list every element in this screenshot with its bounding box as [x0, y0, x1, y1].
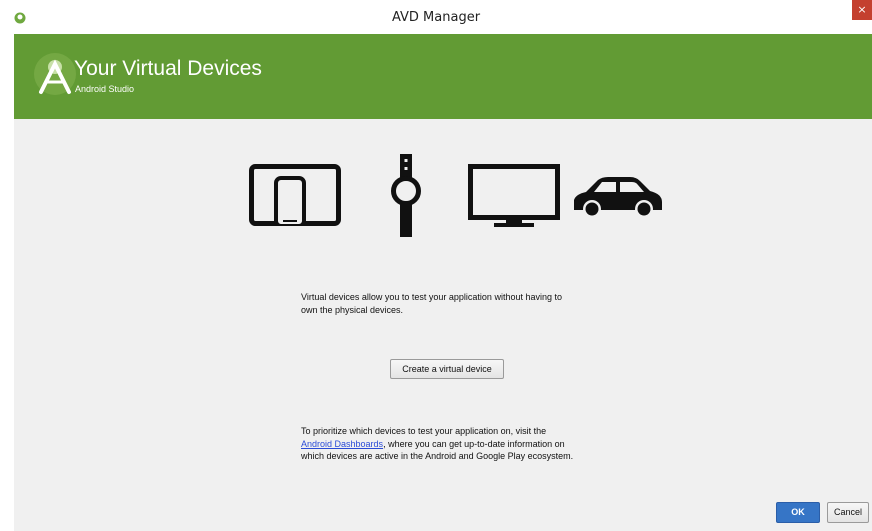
main-content: Virtual devices allow you to test your a…: [14, 119, 872, 531]
ok-button[interactable]: OK: [776, 502, 820, 523]
dashboard-info-text: To prioritize which devices to test your…: [301, 425, 573, 463]
tablet-phone-icon: [249, 164, 341, 226]
create-virtual-device-button[interactable]: Create a virtual device: [390, 359, 504, 379]
header-banner: Your Virtual Devices Android Studio: [14, 34, 872, 119]
info-line-1: To prioritize which devices to test your…: [301, 426, 547, 436]
android-dashboards-link[interactable]: Android Dashboards: [301, 439, 383, 449]
description-line-2: own the physical devices.: [301, 304, 404, 315]
window-title: AVD Manager: [391, 10, 481, 25]
android-studio-logo-icon: [34, 53, 76, 95]
car-icon: [574, 177, 662, 218]
tv-icon: [468, 164, 560, 227]
window-frame: [0, 34, 14, 531]
banner-subtitle: Android Studio: [75, 84, 135, 94]
device-illustrations: [249, 154, 669, 244]
close-button[interactable]: ×: [852, 0, 872, 20]
avd-manager-window: AVD Manager × Your Virtual Devices Andro…: [0, 0, 872, 531]
description-line-1: Virtual devices allow you to test your a…: [301, 292, 562, 302]
title-bar[interactable]: AVD Manager ×: [0, 0, 872, 34]
cancel-button[interactable]: Cancel: [827, 502, 869, 523]
description-text: Virtual devices allow you to test your a…: [301, 291, 562, 316]
info-line-3: which devices are active in the Android …: [301, 451, 574, 461]
banner-title: Your Virtual Devices: [74, 57, 262, 80]
smartwatch-icon: [391, 154, 421, 237]
info-line-2-rest: , where you can get up-to-date informati…: [383, 438, 565, 449]
info-line-2: Android Dashboards, where you can get up…: [301, 438, 573, 451]
